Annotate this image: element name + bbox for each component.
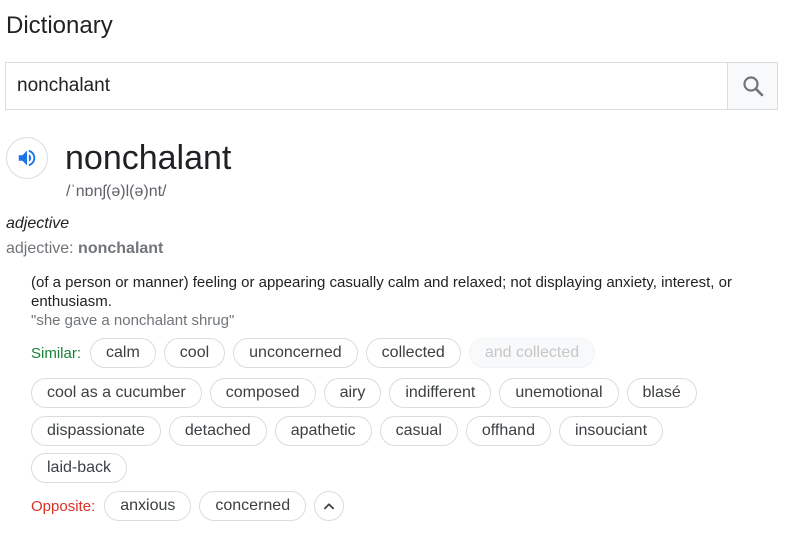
definition: (of a person or manner) feeling or appea… [31,274,732,310]
synonym-chip[interactable]: unemotional [499,378,619,408]
synonym-chip[interactable]: collected [365,338,461,368]
synonym-chip[interactable]: insouciant [558,416,664,446]
synonym-chip[interactable]: cool as a cucumber [31,378,202,408]
search-box [5,62,778,110]
antonym-chip[interactable]: concerned [199,491,307,521]
page-title: Dictionary [6,12,113,39]
antonym-chip[interactable]: anxious [104,491,192,521]
similar-row-1: Similar: calm cool unconcerned collected… [31,338,603,368]
inflection-label: adjective: [6,240,74,257]
similar-row-4: laid-back [31,453,135,483]
phonetic: /ˈnɒnʃ(ə)l(ə)nt/ [66,183,167,200]
synonym-chip[interactable]: cool [163,338,226,368]
synonym-chip[interactable]: dispassionate [31,416,161,446]
synonym-chip[interactable]: airy [323,378,382,408]
synonym-chip[interactable]: composed [209,378,316,408]
similar-row-2: cool as a cucumber composed airy indiffe… [31,378,705,408]
synonym-chip[interactable]: casual [379,416,458,446]
inflection: adjective: nonchalant [6,240,163,258]
synonym-chip[interactable]: offhand [465,416,551,446]
opposite-label: Opposite: [31,497,96,515]
synonym-chip[interactable]: unconcerned [233,338,358,368]
headword: nonchalant [65,139,232,177]
synonym-chip[interactable]: apathetic [274,416,372,446]
speaker-icon [18,149,36,167]
search-icon [742,76,763,97]
similar-label: Similar: [31,344,82,362]
synonym-chip[interactable]: calm [90,338,156,368]
synonym-chip[interactable]: indifferent [389,378,492,408]
search-input[interactable] [6,63,727,109]
chevron-up-icon [324,503,335,510]
synonym-chip[interactable]: laid-back [31,453,128,483]
collapse-button[interactable] [314,491,345,521]
opposite-row: Opposite: anxious concerned [31,491,345,521]
search-button[interactable] [727,63,777,109]
synonym-chip-faded: and collected [468,338,596,368]
inflection-word: nonchalant [78,240,164,257]
similar-row-3: dispassionate detached apathetic casual … [31,416,671,446]
pronunciation-button[interactable] [6,137,48,179]
example: "she gave a nonchalant shrug" [31,312,235,329]
synonym-chip[interactable]: detached [168,416,267,446]
part-of-speech: adjective [6,215,70,232]
synonym-chip[interactable]: blasé [626,378,697,408]
